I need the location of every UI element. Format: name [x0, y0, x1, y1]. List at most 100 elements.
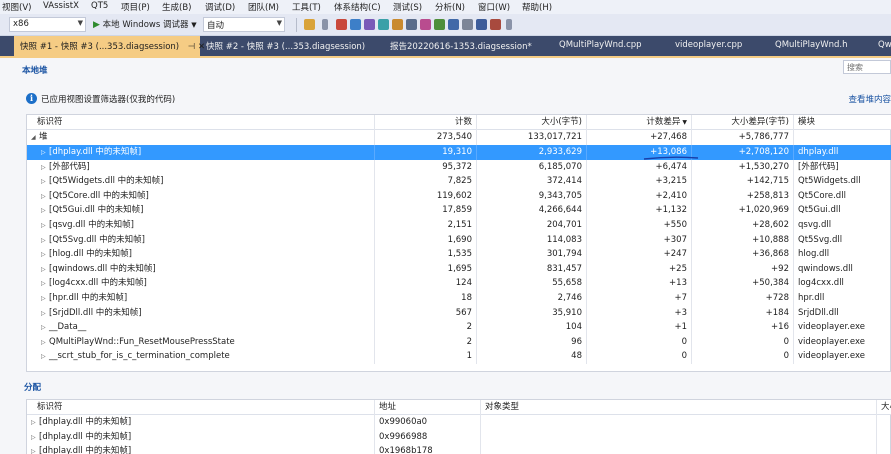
menu-view[interactable]: 视图(V): [2, 1, 31, 13]
alloc-col-address[interactable]: 地址: [375, 400, 481, 415]
table-row[interactable]: ▷ [Qt5Widgets.dll 中的未知帧] 7,825 372,414 +3,21…: [27, 174, 891, 189]
tab-videoplayer-cpp[interactable]: videoplayer.cpp: [669, 36, 748, 56]
caret-right-icon[interactable]: ▷: [31, 431, 39, 445]
table-row[interactable]: ▷ __scrt_stub_for_is_c_termination_comple…: [27, 349, 891, 364]
tab-label: QMultiPlayWnd.h: [775, 40, 848, 50]
alloc-row[interactable]: ▷ [dhplay.dll 中的未知帧] 0x9966988: [27, 429, 891, 445]
platform-combo[interactable]: x86 ▼: [9, 17, 86, 32]
tab-snapshot-1[interactable]: 快照 #1 - 快照 #3 (...353.diagsession) ⊣ ✕: [14, 36, 205, 56]
comment-icon[interactable]: [406, 19, 417, 30]
alloc-col-type[interactable]: 对象类型: [481, 400, 877, 415]
annotation-underline: [643, 156, 699, 160]
start-debugger-button[interactable]: ▶ 本地 Windows 调试器 ▼: [93, 18, 197, 30]
bookmark-icon[interactable]: [392, 19, 403, 30]
row-identifier: ▷ [hlog.dll 中的未知帧]: [27, 247, 375, 262]
overflow-icon[interactable]: [506, 19, 512, 30]
col-module[interactable]: 模块: [794, 115, 891, 130]
options-icon[interactable]: [462, 19, 473, 30]
alloc-row[interactable]: ▷ [dhplay.dll 中的未知帧] 0x99060a0: [27, 415, 891, 430]
caret-right-icon[interactable]: ▷: [41, 161, 49, 175]
caret-down-icon[interactable]: ◢: [31, 131, 39, 145]
tab-qmultiplaywnd-cpp[interactable]: QMultiPlayWnd.cpp: [553, 36, 648, 56]
tab-report[interactable]: 报告20220616-1353.diagsession*: [384, 36, 538, 56]
table-row-heap-root[interactable]: ◢ 堆 273,540 133,017,721 +27,468 +5,786,77…: [27, 130, 891, 145]
caret-right-icon[interactable]: ▷: [41, 277, 49, 291]
menu-debug[interactable]: 调试(D): [205, 1, 235, 13]
table-row[interactable]: ▷ [Qt5Svg.dll 中的未知帧] 1,690 114,083 +307 +10,8…: [27, 232, 891, 248]
caret-right-icon[interactable]: ▷: [41, 234, 49, 248]
caret-right-icon[interactable]: ▷: [41, 321, 49, 335]
document-tabs: 快照 #1 - 快照 #3 (...353.diagsession) ⊣ ✕ 快…: [0, 36, 891, 56]
caret-right-icon[interactable]: ▷: [41, 350, 49, 364]
folder-icon[interactable]: [304, 19, 315, 30]
format-icon[interactable]: [420, 19, 431, 30]
table-row[interactable]: ▷ QMultiPlayWnd::Fun_ResetMousePressState…: [27, 334, 891, 350]
col-count[interactable]: 计数: [375, 115, 477, 130]
table-row[interactable]: ▷ [qwindows.dll 中的未知帧] 1,695 831,457 +25 +92 q…: [27, 261, 891, 277]
row-identifier: ▷ __Data__: [27, 320, 375, 335]
menu-team[interactable]: 团队(M): [248, 1, 279, 13]
table-row[interactable]: ▷ [Qt5Core.dll 中的未知帧] 119,602 9,343,705 +2,4…: [27, 188, 891, 204]
step-icon[interactable]: [350, 19, 361, 30]
caret-right-icon[interactable]: ▷: [41, 336, 49, 350]
row-identifier: ▷ QMultiPlayWnd::Fun_ResetMousePressState: [27, 334, 375, 350]
build-icon[interactable]: [434, 19, 445, 30]
tool-icon[interactable]: [490, 19, 501, 30]
row-size: 96: [477, 334, 587, 350]
row-count: 119,602: [375, 188, 477, 204]
tab-qmultiplaywnd-h[interactable]: QMultiPlayWnd.h: [769, 36, 853, 56]
pin-icon[interactable]: ⊣: [188, 42, 195, 52]
caret-right-icon[interactable]: ▷: [41, 248, 49, 262]
table-row[interactable]: ▷ [log4cxx.dll 中的未知帧] 124 55,658 +13 +50,384 l…: [27, 276, 891, 291]
caret-right-icon[interactable]: ▷: [41, 204, 49, 218]
table-row[interactable]: ▷ __Data__ 2 104 +1 +16 videoplayer.exe: [27, 320, 891, 335]
alloc-col-size[interactable]: 大小: [877, 400, 891, 415]
menu-build[interactable]: 生成(B): [162, 1, 191, 13]
dropdown-icon[interactable]: [322, 19, 328, 30]
view-heap-link[interactable]: 查看堆内容: [848, 93, 891, 105]
find-icon[interactable]: [476, 19, 487, 30]
table-row[interactable]: ▷ [hlog.dll 中的未知帧] 1,535 301,794 +247 +36,868…: [27, 247, 891, 262]
menu-vassistx[interactable]: VAssistX: [43, 1, 79, 11]
qt-icon[interactable]: [448, 19, 459, 30]
alloc-col-identifier[interactable]: 标识符: [27, 400, 375, 415]
col-size[interactable]: 大小(字节): [477, 115, 587, 130]
tab-overflow[interactable]: Qw: [872, 36, 891, 56]
menu-window[interactable]: 窗口(W): [478, 1, 510, 13]
table-row[interactable]: ▷ [dhplay.dll 中的未知帧] 19,310 2,933,629 +13,08…: [27, 145, 891, 160]
caret-right-icon[interactable]: ▷: [41, 219, 49, 233]
breakpoint-icon[interactable]: [336, 19, 347, 30]
tab-snapshot-2[interactable]: 快照 #2 - 快照 #3 (...353.diagsession): [200, 36, 371, 56]
caret-right-icon[interactable]: ▷: [41, 146, 49, 160]
caret-right-icon[interactable]: ▷: [41, 292, 49, 306]
row-size: 114,083: [477, 232, 587, 248]
table-row[interactable]: ▷ [Qt5Gui.dll 中的未知帧] 17,859 4,266,644 +1,132…: [27, 203, 891, 218]
row-size-diff: +50,384: [692, 276, 794, 291]
menu-project[interactable]: 项目(P): [121, 1, 150, 13]
col-count-diff[interactable]: 计数差异 ▼: [587, 115, 692, 130]
caret-right-icon[interactable]: ▷: [41, 190, 49, 204]
caret-right-icon[interactable]: ▷: [31, 445, 39, 454]
col-identifier[interactable]: 标识符: [27, 115, 375, 130]
caret-right-icon[interactable]: ▷: [41, 175, 49, 189]
caret-right-icon[interactable]: ▷: [31, 416, 39, 430]
row-name: [log4cxx.dll 中的未知帧]: [49, 278, 147, 289]
table-row[interactable]: ▷ [qsvg.dll 中的未知帧] 2,151 204,701 +550 +28,602…: [27, 218, 891, 233]
watch-icon[interactable]: [364, 19, 375, 30]
caret-right-icon[interactable]: ▷: [41, 307, 49, 321]
col-size-diff[interactable]: 大小差异(字节): [692, 115, 794, 130]
menu-help[interactable]: 帮助(H): [522, 1, 552, 13]
search-input[interactable]: 搜索: [843, 60, 891, 74]
mode-combo[interactable]: 自动 ▼: [203, 17, 285, 32]
menu-tools[interactable]: 工具(T): [292, 1, 321, 13]
menu-test[interactable]: 测试(S): [393, 1, 422, 13]
menu-analyze[interactable]: 分析(N): [435, 1, 465, 13]
table-row[interactable]: ▷ [hpr.dll 中的未知帧] 18 2,746 +7 +728 hpr.dll: [27, 291, 891, 306]
caret-right-icon[interactable]: ▷: [41, 263, 49, 277]
menu-architecture[interactable]: 体系结构(C): [334, 1, 381, 13]
alloc-row[interactable]: ▷ [dhplay.dll 中的未知帧] 0x1968b178: [27, 444, 891, 454]
table-row[interactable]: ▷ [SrjdDll.dll 中的未知帧] 567 35,910 +3 +184 SrjdD…: [27, 305, 891, 321]
table-row[interactable]: ▷ [外部代码] 95,372 6,185,070 +6,474 +1,530,270 [外…: [27, 159, 891, 175]
refresh-icon[interactable]: [378, 19, 389, 30]
menu-qt5[interactable]: QT5: [91, 1, 108, 11]
